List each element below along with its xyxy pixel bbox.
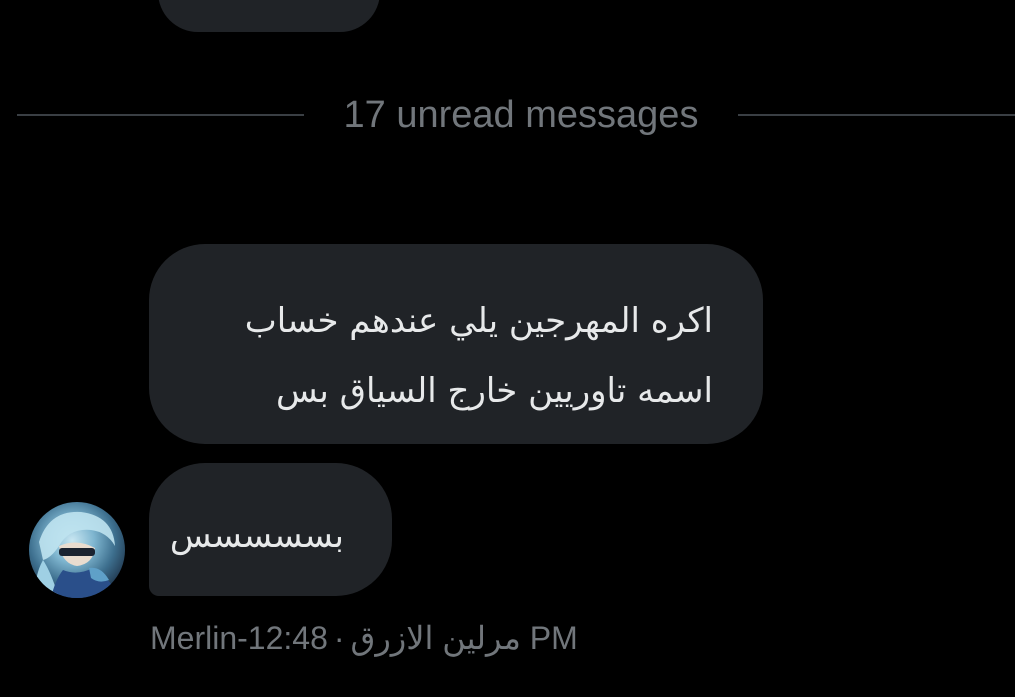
message-bubble[interactable]: اكره المهرجين يلي عندهم خساب اسمه تاوريي… bbox=[149, 244, 763, 444]
meta-separator: · bbox=[333, 620, 345, 656]
message-text-line: بسسسسس bbox=[169, 516, 344, 556]
message-meta: Merlin-12:48 · مرلين الازرق PM bbox=[150, 618, 578, 658]
sender-name: Merlin-12:48 bbox=[150, 620, 328, 656]
unread-divider-line-right bbox=[738, 114, 1015, 116]
previous-message-bubble[interactable] bbox=[158, 0, 380, 32]
message-text-line: اكره المهرجين يلي عندهم خساب bbox=[244, 301, 713, 341]
avatar-image-icon bbox=[35, 511, 119, 598]
message-bubble[interactable]: بسسسسس bbox=[149, 463, 392, 596]
unread-messages-divider: 17 unread messages bbox=[343, 94, 699, 136]
message-time: مرلين الازرق PM bbox=[350, 620, 578, 656]
unread-divider-line-left bbox=[17, 114, 304, 116]
message-text-line: اسمه تاوريين خارج السياق بس bbox=[275, 371, 713, 411]
avatar[interactable] bbox=[29, 502, 125, 598]
